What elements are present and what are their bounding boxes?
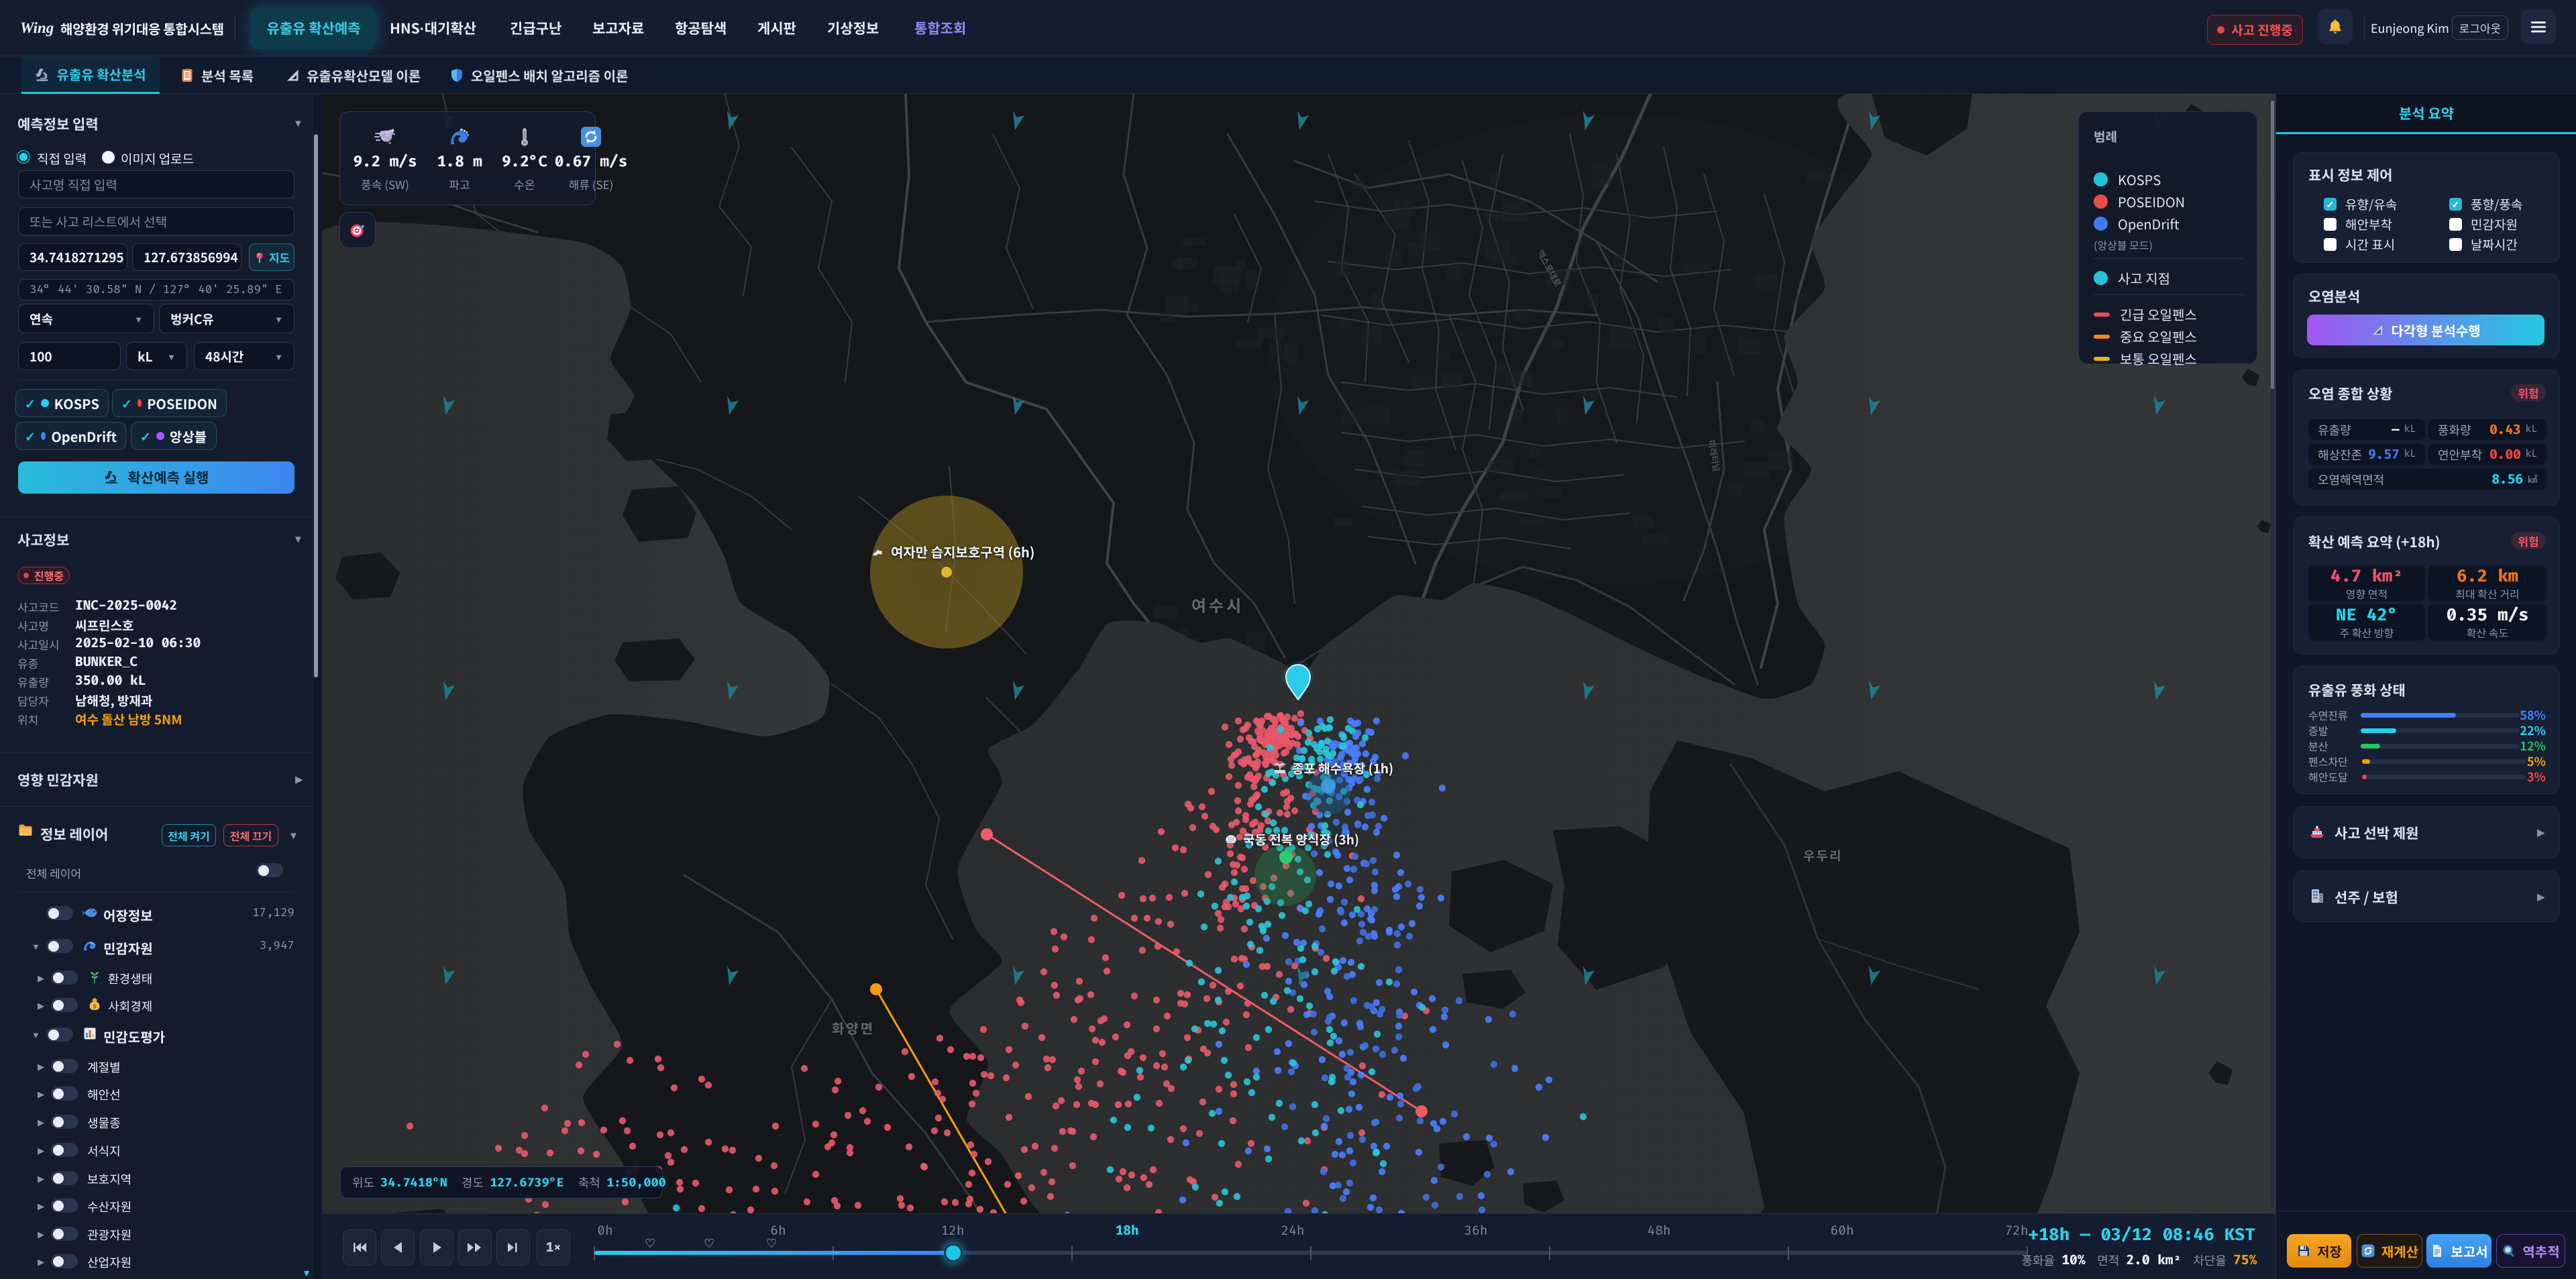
svg-text:$: $ (93, 1003, 96, 1010)
